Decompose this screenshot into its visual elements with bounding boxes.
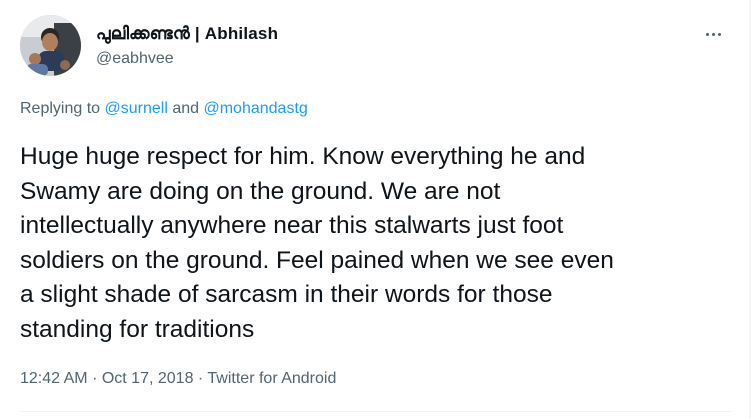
author-name-row[interactable]: പുലിക്കണ്ടൻ | Abhilash [96, 21, 278, 47]
replying-conjunction: and [172, 100, 200, 117]
author-avatar[interactable] [20, 15, 81, 76]
avatar-photo [20, 15, 81, 76]
meta-separator: · [92, 370, 98, 387]
author-handle[interactable]: @eabhvee [96, 50, 174, 68]
tweet-source[interactable]: Twitter for Android [207, 370, 336, 387]
more-dots-icon [717, 32, 721, 36]
more-options-button[interactable] [700, 26, 726, 42]
author-display-name[interactable]: പുലിക്കണ്ടൻ | Abhilash [96, 24, 278, 44]
more-dots-icon [711, 32, 715, 36]
replying-to-prefix: Replying to [20, 100, 101, 117]
tweet-text: Huge huge respect for him. Know everythi… [20, 143, 614, 343]
tweet-card: പുലിക്കണ്ടൻ | Abhilash @eabhvee Replying… [0, 0, 751, 419]
replying-to-line: Replying to @surnell and @mohandastg [20, 100, 308, 118]
tweet-date[interactable]: Oct 17, 2018 [102, 370, 194, 387]
tweet-time[interactable]: 12:42 AM [20, 370, 88, 387]
more-dots-icon [705, 32, 709, 36]
mention-link[interactable]: @surnell [105, 100, 168, 117]
tweet-meta: 12:42 AM · Oct 17, 2018 · Twitter for An… [20, 370, 336, 388]
mention-link[interactable]: @mohandastg [203, 100, 307, 117]
divider [20, 411, 731, 412]
meta-separator: · [197, 370, 204, 387]
